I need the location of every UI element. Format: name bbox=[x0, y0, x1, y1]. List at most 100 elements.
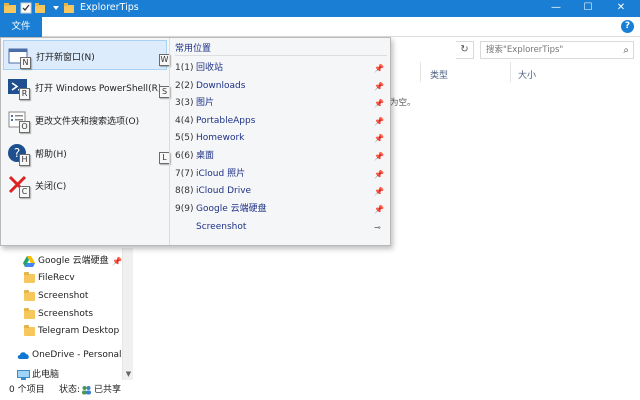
properties-icon[interactable] bbox=[20, 2, 32, 14]
item-label: Google 云端硬盘 bbox=[196, 204, 267, 214]
menu-item-label: 帮助(H) bbox=[35, 150, 67, 160]
menu-item-help[interactable]: ? H 帮助(H) bbox=[3, 138, 167, 168]
window-title: ExplorerTips bbox=[80, 2, 139, 13]
nav-item-screenshot[interactable]: Screenshot bbox=[0, 288, 122, 305]
customize-quick-access-icon[interactable] bbox=[50, 2, 62, 14]
file-tab[interactable]: 文件 bbox=[0, 17, 42, 37]
nav-label: Telegram Desktop bbox=[38, 326, 120, 336]
menu-item-close[interactable]: C 关闭(C) bbox=[3, 170, 167, 200]
frequent-item-google-drive[interactable]: 9(9) Google 云端硬盘 📌 bbox=[170, 201, 390, 218]
google-drive-icon bbox=[23, 256, 35, 267]
frequent-item-recycle-bin[interactable]: 1(1) 回收站 📌 bbox=[170, 60, 390, 77]
item-number: 1(1) bbox=[175, 63, 194, 73]
status-bar: 0 个项目 状态: 已共享 bbox=[0, 382, 640, 400]
item-label: iCloud Drive bbox=[196, 186, 252, 196]
nav-label: OneDrive - Personal bbox=[32, 350, 122, 360]
nav-item-telegram-desktop[interactable]: Telegram Desktop bbox=[0, 323, 122, 340]
minimize-button[interactable]: — bbox=[540, 0, 572, 17]
pin-icon[interactable]: 📌 bbox=[374, 95, 384, 112]
pin-icon[interactable]: 📌 bbox=[374, 166, 384, 183]
menu-item-label: 打开 Windows PowerShell(R) bbox=[35, 84, 162, 94]
search-icon: ⌕ bbox=[623, 45, 629, 56]
folder-icon bbox=[24, 290, 35, 301]
item-number: 8(8) bbox=[175, 186, 194, 196]
menu-item-label: 关闭(C) bbox=[35, 182, 67, 192]
nav-item-filerecv[interactable]: FileRecv bbox=[0, 270, 122, 287]
empty-folder-message: 为空。 bbox=[390, 98, 416, 108]
pin-icon[interactable]: 📌 bbox=[374, 183, 384, 200]
keytip-o: O bbox=[19, 121, 30, 133]
navigation-pane: Google 云端硬盘 📌 FileRecv Screenshot Screen… bbox=[0, 248, 122, 380]
scroll-down-arrow-icon[interactable]: ▼ bbox=[123, 369, 134, 380]
nav-scrollbar[interactable]: ▼ bbox=[122, 248, 133, 380]
frequent-item-homework[interactable]: 5(5) Homework 📌 bbox=[170, 130, 390, 147]
menu-item-label: 更改文件夹和搜索选项(O) bbox=[35, 117, 140, 127]
shared-users-icon bbox=[82, 386, 91, 395]
item-label: 回收站 bbox=[196, 63, 224, 73]
folder-icon[interactable] bbox=[4, 2, 16, 14]
item-number: 2(2) bbox=[175, 81, 194, 91]
frequent-places-panel: 常用位置 1(1) 回收站 📌 2(2) Downloads 📌 3(3) 图片… bbox=[170, 38, 390, 245]
search-input[interactable]: 搜索"ExplorerTips" ⌕ bbox=[480, 41, 634, 59]
close-button[interactable]: ✕ bbox=[605, 0, 637, 17]
refresh-button[interactable]: ↻ bbox=[456, 41, 474, 59]
item-label: PortableApps bbox=[196, 116, 256, 126]
menu-item-new-window[interactable]: N 打开新窗口(N) bbox=[3, 40, 167, 70]
item-label: Screenshot bbox=[196, 222, 247, 232]
column-separator bbox=[510, 62, 511, 82]
folder-icon bbox=[24, 272, 35, 283]
unpinned-pin-icon[interactable]: ⊸ bbox=[374, 219, 381, 236]
new-folder-icon[interactable] bbox=[34, 2, 46, 14]
frequent-item-icloud-drive[interactable]: 8(8) iCloud Drive 📌 bbox=[170, 183, 390, 200]
pin-icon[interactable]: 📌 bbox=[112, 253, 122, 270]
divider bbox=[175, 55, 387, 56]
item-label: Homework bbox=[196, 133, 245, 143]
frequent-item-desktop[interactable]: 6(6) 桌面 📌 bbox=[170, 148, 390, 165]
keytip-h: H bbox=[19, 154, 30, 166]
menu-item-powershell[interactable]: R 打开 Windows PowerShell(R) bbox=[3, 72, 167, 102]
pin-icon[interactable]: 📌 bbox=[374, 201, 384, 218]
keytip-r: R bbox=[19, 88, 30, 100]
pin-icon[interactable]: 📌 bbox=[374, 60, 384, 77]
folder-small-icon bbox=[64, 3, 74, 13]
item-number: 5(5) bbox=[175, 133, 194, 143]
item-number: 9(9) bbox=[175, 204, 194, 214]
nav-label: FileRecv bbox=[38, 273, 75, 283]
nav-item-onedrive[interactable]: OneDrive - Personal bbox=[0, 347, 122, 364]
shared-status: 已共享 bbox=[94, 385, 122, 395]
pin-icon[interactable]: 📌 bbox=[374, 78, 384, 95]
item-number: 7(7) bbox=[175, 169, 194, 179]
frequent-item-screenshot[interactable]: Screenshot ⊸ bbox=[170, 219, 390, 236]
frequent-item-pictures[interactable]: 3(3) 图片 📌 bbox=[170, 95, 390, 112]
item-number: 6(6) bbox=[175, 151, 194, 161]
pin-icon[interactable]: 📌 bbox=[374, 130, 384, 147]
column-header-type[interactable]: 类型 bbox=[430, 68, 448, 81]
keytip-n: N bbox=[20, 57, 31, 69]
nav-item-google-drive[interactable]: Google 云端硬盘 📌 bbox=[0, 253, 122, 270]
pin-icon[interactable]: 📌 bbox=[374, 113, 384, 130]
ribbon-tab-bar: 文件 ? bbox=[0, 17, 640, 37]
item-label: Downloads bbox=[196, 81, 246, 91]
nav-item-screenshots[interactable]: Screenshots bbox=[0, 306, 122, 323]
maximize-button[interactable]: ☐ bbox=[572, 0, 604, 17]
file-menu: N 打开新窗口(N) R 打开 Windows PowerShell(R) O … bbox=[0, 37, 391, 246]
column-header-size[interactable]: 大小 bbox=[518, 68, 536, 81]
folder-icon bbox=[24, 308, 35, 319]
menu-item-label: 打开新窗口(N) bbox=[36, 53, 95, 63]
pin-icon[interactable]: 📌 bbox=[374, 148, 384, 165]
keytip-c: C bbox=[19, 186, 30, 198]
frequent-item-icloud-photos[interactable]: 7(7) iCloud 照片 📌 bbox=[170, 166, 390, 183]
menu-item-folder-options[interactable]: O 更改文件夹和搜索选项(O) bbox=[3, 105, 167, 135]
frequent-item-downloads[interactable]: 2(2) Downloads 📌 bbox=[170, 78, 390, 95]
folder-icon bbox=[24, 325, 35, 336]
item-count: 0 个项目 bbox=[9, 385, 45, 395]
item-label: iCloud 照片 bbox=[196, 169, 246, 179]
nav-label: Screenshot bbox=[38, 291, 89, 301]
frequent-item-portableapps[interactable]: 4(4) PortableApps 📌 bbox=[170, 113, 390, 130]
title-bar: ExplorerTips — ☐ ✕ bbox=[0, 0, 640, 17]
this-pc-icon bbox=[17, 370, 30, 380]
column-separator bbox=[420, 62, 421, 82]
search-placeholder: 搜索"ExplorerTips" bbox=[486, 45, 564, 55]
item-number: 4(4) bbox=[175, 116, 194, 126]
help-icon[interactable]: ? bbox=[621, 20, 634, 33]
